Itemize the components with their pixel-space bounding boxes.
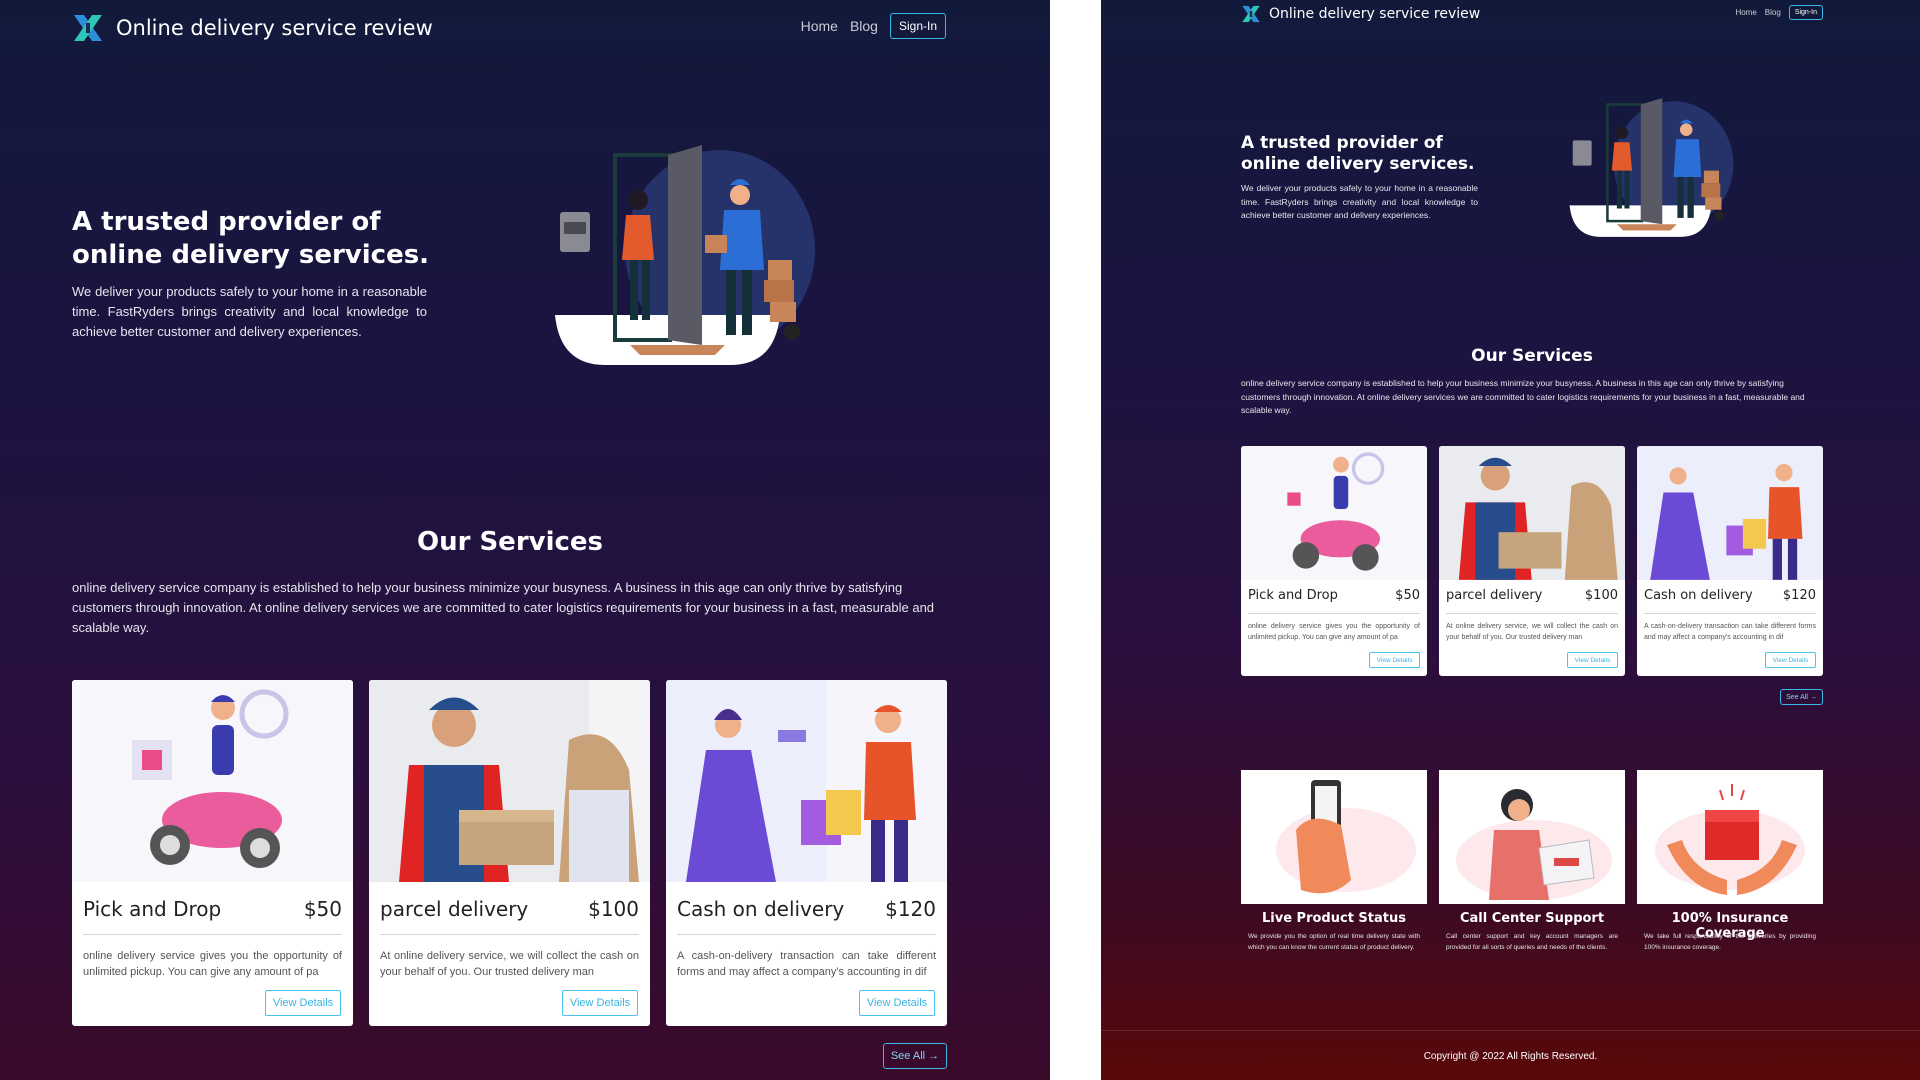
logo-x-icon (1241, 4, 1261, 24)
card-price: $50 (303, 897, 342, 921)
panel-separator (1050, 0, 1101, 1080)
card-price: $120 (1782, 588, 1816, 603)
card-title: Pick and Drop (1248, 588, 1338, 603)
card-title: Cash on delivery (677, 897, 845, 921)
page-view-small: Online delivery service review Home Blog… (1101, 0, 1920, 1080)
card-divider (380, 934, 639, 935)
service-card-pick-drop: Pick and Drop $50 online delivery servic… (1241, 446, 1427, 676)
support-agent-illustration (1439, 770, 1625, 904)
feature-description: Call center support and key account mana… (1446, 933, 1618, 951)
hero-description: We deliver your products safely to your … (1241, 183, 1478, 220)
view-details-button[interactable]: View Details (1765, 652, 1816, 668)
feature-insurance: 100% Insurance Coverage We take full res… (1637, 770, 1823, 970)
nav-blog-link[interactable]: Blog (1765, 8, 1781, 17)
card-title: Pick and Drop (83, 897, 222, 921)
card-divider (1446, 613, 1618, 614)
feature-title: Live Product Status (1262, 911, 1406, 926)
card-description: A cash-on-delivery transaction can take … (1644, 623, 1816, 641)
top-nav: Home Blog Sign-In (801, 13, 946, 39)
cash-handover-illustration (666, 680, 947, 882)
service-card-parcel: parcel delivery $100 At online delivery … (369, 680, 650, 1026)
view-details-button[interactable]: View Details (859, 990, 935, 1016)
phone-hand-illustration (1241, 770, 1427, 904)
nav-home-link[interactable]: Home (801, 18, 838, 34)
hero-title: A trusted provider of online delivery se… (1241, 133, 1475, 174)
card-description: At online delivery service, we will coll… (1446, 623, 1618, 641)
hero-title: A trusted provider of online delivery se… (72, 207, 430, 270)
card-price: $100 (1584, 588, 1618, 603)
brand[interactable]: Online delivery service review (1241, 3, 1480, 25)
feature-call-center: Call Center Support Call center support … (1439, 770, 1625, 970)
card-price: $100 (588, 897, 639, 921)
card-description: online delivery service gives you the op… (83, 950, 342, 978)
card-header: Cash on delivery $120 (1644, 588, 1816, 603)
footer: Copyright @ 2022 All Rights Reserved. (1101, 1030, 1920, 1080)
service-card-cod: Cash on delivery $120 A cash-on-delivery… (1637, 446, 1823, 676)
cash-handover-illustration (1637, 446, 1823, 580)
nav-blog-link[interactable]: Blog (850, 18, 878, 34)
card-description: online delivery service gives you the op… (1248, 623, 1420, 641)
feature-title: Call Center Support (1459, 911, 1605, 926)
site-title: Online delivery service review (116, 16, 433, 40)
card-divider (1248, 613, 1420, 614)
hero-description: We deliver your products safely to your … (72, 284, 427, 339)
card-title: parcel delivery (1446, 588, 1543, 603)
parcel-handover-photo (1439, 446, 1625, 580)
hero-delivery-illustration (550, 140, 850, 370)
copyright-text: Copyright @ 2022 All Rights Reserved. (1423, 1051, 1598, 1062)
card-description: A cash-on-delivery transaction can take … (677, 950, 936, 978)
card-header: Pick and Drop $50 (1248, 588, 1420, 603)
view-details-button[interactable]: View Details (1567, 652, 1618, 668)
services-description: online delivery service company is estab… (1241, 378, 1805, 415)
view-details-button[interactable]: View Details (265, 990, 341, 1016)
card-divider (1644, 613, 1816, 614)
gift-hands-illustration (1637, 770, 1823, 904)
feature-description: We provide you the option of real time d… (1248, 933, 1420, 951)
card-header: parcel delivery $100 (380, 897, 639, 921)
see-all-button[interactable]: See All → (883, 1043, 947, 1069)
service-card-parcel: parcel delivery $100 At online delivery … (1439, 446, 1625, 676)
top-nav: Home Blog Sign-In (1735, 5, 1823, 20)
service-card-pick-drop: Pick and Drop $50 online delivery servic… (72, 680, 353, 1026)
card-divider (83, 934, 342, 935)
card-header: Pick and Drop $50 (83, 897, 342, 921)
services-heading: Our Services (1471, 346, 1593, 366)
feature-live-status: Live Product Status We provide you the o… (1241, 770, 1427, 970)
card-price: $120 (885, 897, 936, 921)
hero-delivery-illustration (1566, 95, 1756, 240)
signin-button[interactable]: Sign-In (889, 13, 946, 39)
card-title: parcel delivery (380, 897, 529, 921)
card-description: At online delivery service, we will coll… (380, 950, 639, 978)
card-header: Cash on delivery $120 (677, 897, 936, 921)
scooter-courier-illustration (72, 680, 353, 882)
page-view-large: Online delivery service review Home Blog… (0, 0, 1050, 1080)
services-description: online delivery service company is estab… (72, 580, 935, 635)
services-heading: Our Services (416, 527, 604, 557)
card-title: Cash on delivery (1644, 588, 1753, 603)
card-header: parcel delivery $100 (1446, 588, 1618, 603)
parcel-handover-photo (369, 680, 650, 882)
brand[interactable]: Online delivery service review (72, 10, 433, 46)
scooter-courier-illustration (1241, 446, 1427, 580)
service-card-cod: Cash on delivery $120 A cash-on-delivery… (666, 680, 947, 1026)
logo-x-icon (72, 12, 104, 44)
card-divider (677, 934, 936, 935)
site-title: Online delivery service review (1269, 6, 1481, 22)
view-details-button[interactable]: View Details (562, 990, 638, 1016)
view-details-button[interactable]: View Details (1369, 652, 1420, 668)
card-price: $50 (1395, 588, 1420, 603)
nav-home-link[interactable]: Home (1735, 8, 1756, 17)
signin-button[interactable]: Sign-In (1788, 5, 1823, 20)
see-all-button[interactable]: See All → (1780, 689, 1823, 705)
feature-description: We take full responsibility of the deliv… (1644, 933, 1816, 951)
screenshot-root: Online delivery service review Home Blog… (0, 0, 1920, 1080)
